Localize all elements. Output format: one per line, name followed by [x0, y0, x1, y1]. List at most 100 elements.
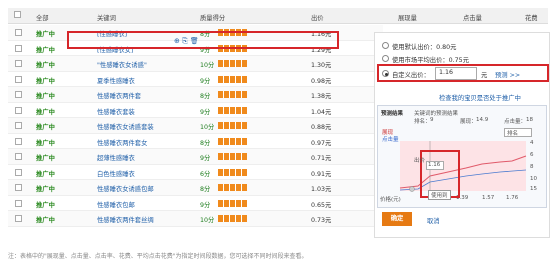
row-bid[interactable]: 0.91元: [311, 169, 331, 178]
opt-default-bid: 使用默认出价：0.80元: [392, 44, 457, 51]
radio-market-bid[interactable]: [382, 55, 389, 62]
table-row: 推广中 性感睡衣两件套丝绸 10分 0.73元: [8, 211, 383, 227]
y-tick: 4: [530, 140, 534, 146]
opt-market-bid: 使用市场平均出价：0.75元: [392, 57, 469, 64]
header-bid[interactable]: 出价: [311, 13, 324, 22]
row-bid[interactable]: 0.97元: [311, 138, 331, 147]
row-checkbox[interactable]: [15, 106, 22, 114]
row-checkbox[interactable]: [15, 60, 22, 67]
row-keyword[interactable]: 性感睡衣包邮: [97, 200, 135, 209]
row-bid[interactable]: 1.30元: [311, 60, 331, 69]
table-header: 全部 关键词 质量得分 出价 展现量 点击量 花费: [8, 8, 548, 24]
row-keyword[interactable]: 性感睡衣两件套丝绸: [97, 215, 154, 224]
header-all[interactable]: 全部: [36, 13, 49, 22]
row-keyword[interactable]: "性感睡衣女诱惑": [97, 60, 147, 69]
chart-svg: [399, 141, 527, 192]
row-keyword[interactable]: 夏季性感睡衣: [97, 76, 135, 85]
bid-tick-label: 出价: [414, 158, 426, 164]
y-tick: 6: [530, 152, 534, 158]
x-tick: 1.76: [506, 195, 519, 201]
row-quality: 10分: [200, 62, 215, 69]
row-keyword[interactable]: 白色性感睡衣: [97, 169, 135, 178]
chart-plot-area: [400, 141, 526, 191]
custom-bid-input[interactable]: 1.16: [435, 67, 477, 80]
row-checkbox[interactable]: [15, 44, 22, 52]
row-keyword[interactable]: 性感睡衣两件套: [97, 91, 141, 100]
row-checkbox[interactable]: [15, 184, 22, 191]
row-keyword[interactable]: 超薄性感睡衣: [97, 153, 135, 162]
x-tick: 1.57: [482, 195, 495, 201]
row-checkbox[interactable]: [15, 215, 22, 222]
row-checkbox[interactable]: [15, 122, 22, 129]
radio-default-bid[interactable]: [382, 42, 389, 49]
quality-bar: [218, 75, 247, 83]
row-status: 推广中: [36, 108, 55, 116]
table-row: 推广中 性感睡衣女诱惑套装 10分 0.88元: [8, 118, 383, 134]
row-bid[interactable]: 0.71元: [311, 153, 331, 162]
row-keyword[interactable]: 性感睡衣女诱惑套装: [97, 122, 154, 131]
select-all-checkbox[interactable]: [14, 11, 21, 20]
predict-link[interactable]: 预测 >>: [495, 70, 520, 79]
row-status: 推广中: [36, 77, 55, 85]
quality-bar: [218, 122, 247, 129]
confirm-button[interactable]: 确定: [382, 212, 412, 226]
check-promotion-link[interactable]: 检查我的宝贝是否处于推广中: [439, 93, 521, 102]
row-keyword[interactable]: 性感睡衣两件套女: [97, 138, 147, 147]
quality-bar: [218, 106, 247, 114]
row-checkbox[interactable]: [15, 91, 22, 98]
row-status: 推广中: [36, 93, 55, 100]
row-quality: 9分: [200, 155, 211, 162]
table-row: 推广中 "性感睡衣女诱惑" 10分 1.30元: [8, 56, 383, 72]
cancel-button[interactable]: 取消: [427, 216, 440, 225]
row-quality: 6分: [200, 170, 211, 178]
quality-bar: [218, 184, 247, 191]
row-bid[interactable]: 0.88元: [311, 122, 331, 131]
keyword-tools: ⊕ ⎘ 🗑: [174, 37, 199, 45]
y-tick: 15: [530, 186, 537, 192]
price-axis-label: 价格(元): [380, 197, 401, 203]
quality-bar: [218, 168, 247, 176]
row-status: 推广中: [36, 186, 55, 193]
row-keyword[interactable]: 性感睡衣女诱惑包邮: [97, 184, 154, 193]
row-quality: 9分: [200, 108, 211, 116]
table-row: 推广中 夏季性感睡衣 9分 0.98元: [8, 72, 383, 87]
row-bid[interactable]: 0.65元: [311, 200, 331, 209]
row-quality: 10分: [200, 217, 215, 224]
row-status: 推广中: [36, 155, 55, 162]
row-checkbox[interactable]: [15, 75, 22, 83]
row-bid[interactable]: 0.98元: [311, 76, 331, 85]
row-status: 推广中: [36, 139, 55, 147]
table-row: 推广中 性感睡衣包邮 9分 0.65元: [8, 196, 383, 211]
row-checkbox[interactable]: [15, 168, 22, 176]
radio-custom-bid[interactable]: [382, 70, 389, 77]
row-checkbox[interactable]: [15, 153, 22, 160]
row-bid[interactable]: 1.38元: [311, 91, 331, 100]
header-quality[interactable]: 质量得分: [200, 13, 225, 22]
header-cost[interactable]: 花费: [525, 13, 538, 22]
header-impressions[interactable]: 展现量: [398, 13, 417, 22]
header-clicks[interactable]: 点击量: [463, 13, 482, 22]
header-keyword: 关键词: [97, 15, 116, 22]
row-bid[interactable]: 1.04元: [311, 107, 331, 116]
row-status: 推广中: [36, 201, 55, 209]
row-checkbox[interactable]: [15, 199, 22, 207]
bid-panel: 使用默认出价：0.80元 使用市场平均出价：0.75元 自定义出价： 1.16 …: [374, 32, 550, 238]
chart-bid-box: 1.16: [426, 161, 444, 170]
row-bid[interactable]: 1.03元: [311, 184, 331, 193]
row-checkbox[interactable]: [15, 29, 22, 36]
table-row: 推广中 性感睡衣两件套女 8分 0.97元: [8, 134, 383, 149]
row-status: 推广中: [36, 62, 55, 69]
row-checkbox[interactable]: [15, 137, 22, 145]
row-keyword[interactable]: 性感睡衣套装: [97, 107, 135, 116]
table-row: 推广中 超薄性感睡衣 9分 0.71元: [8, 149, 383, 165]
row-status: 推广中: [36, 31, 55, 38]
row-quality: 10分: [200, 124, 215, 131]
bid-unit: 元: [481, 72, 488, 79]
row-quality: 9分: [200, 77, 211, 85]
opt-custom-bid: 自定义出价：: [392, 72, 430, 79]
table-row: 推广中 白色性感睡衣 6分 0.91元: [8, 165, 383, 180]
row-status: 推广中: [36, 170, 55, 178]
quality-bar: [218, 199, 247, 207]
row-bid[interactable]: 0.73元: [311, 215, 331, 224]
row-quality: 8分: [200, 186, 211, 193]
